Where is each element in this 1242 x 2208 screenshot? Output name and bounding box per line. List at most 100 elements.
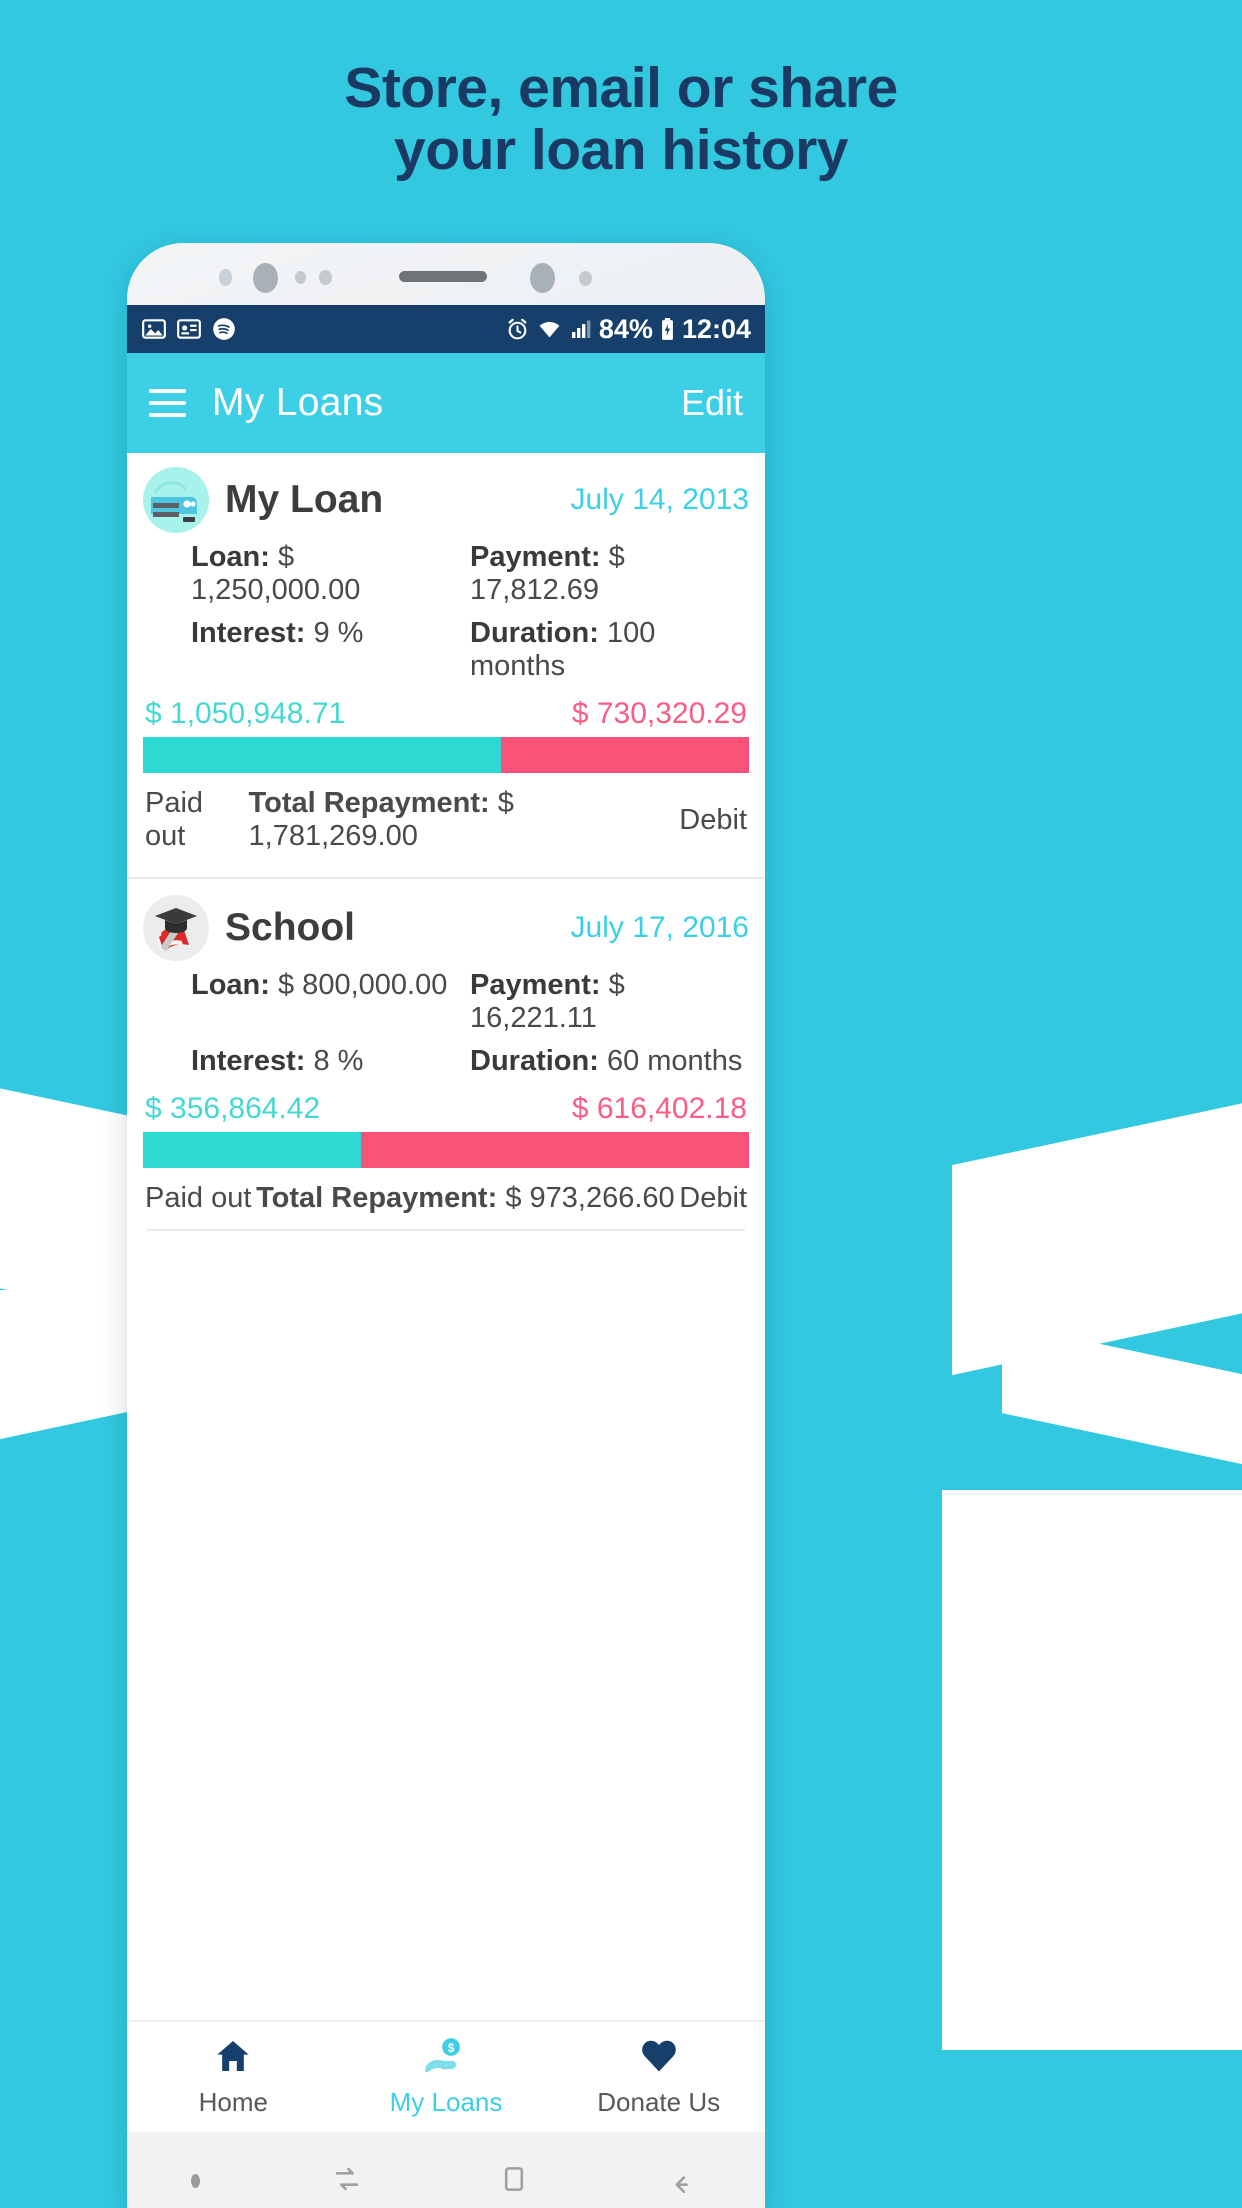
home-square-icon[interactable] — [494, 2162, 534, 2201]
home-icon — [211, 2036, 255, 2081]
loan-amount-fact: Loan: $ 800,000.00 — [191, 969, 470, 1035]
repayment-progress-bar — [143, 1132, 749, 1168]
nav-label-home: Home — [198, 2087, 269, 2117]
nav-item-my-loans[interactable]: $ My Loans — [340, 2036, 553, 2118]
total-repayment: Total Repayment: $ 973,266.60 — [256, 1182, 675, 1215]
status-bar-notifications — [141, 316, 237, 342]
hand-coin-icon: $ — [423, 2036, 469, 2081]
app-bar: My Loans Edit — [127, 353, 765, 453]
svg-text:$: $ — [448, 2042, 455, 2055]
interest-fact: Interest: 8 % — [191, 1045, 470, 1078]
paid-out-label: Paid out — [145, 1182, 252, 1214]
heart-icon — [637, 2036, 681, 2081]
list-item[interactable]: My Loan July 14, 2013 Loan: $ 1,250,000.… — [127, 453, 765, 867]
graduation-cap-icon — [143, 895, 209, 961]
photo-icon — [141, 316, 167, 342]
phone-frame: 84% 12:04 My Loans Edit My Loan July 14,… — [127, 243, 765, 2208]
list-divider — [147, 1229, 745, 1231]
loan-list: My Loan July 14, 2013 Loan: $ 1,250,000.… — [127, 453, 765, 1231]
loan-header: School July 17, 2016 — [143, 895, 749, 961]
loan-facts: Loan: $ 1,250,000.00 Payment: $ 17,812.6… — [143, 541, 749, 683]
total-repayment-label: Total Repayment: — [256, 1182, 498, 1214]
hamburger-menu-icon[interactable] — [149, 389, 186, 417]
loan-amount-label: Loan: — [191, 969, 270, 1001]
interest-label: Interest: — [191, 617, 306, 649]
signal-icon — [569, 317, 593, 341]
nav-label-donate-us: Donate Us — [597, 2087, 721, 2117]
bg-left-fill — [0, 1290, 140, 1410]
total-repayment-label: Total Repayment: — [248, 787, 490, 819]
back-arrow-icon[interactable] — [661, 2162, 701, 2201]
car-icon — [143, 467, 209, 533]
headline-line-1: Store, email or share — [344, 56, 898, 120]
total-repayment: Total Repayment: $ 1,781,269.00 — [249, 787, 680, 853]
recents-icon[interactable] — [327, 2162, 367, 2201]
paid-amount: $ 1,050,948.71 — [145, 697, 346, 730]
bg-chevron-right-upper — [952, 1094, 1242, 1376]
status-bar-system: 84% 12:04 — [505, 314, 751, 345]
sensor-icon — [295, 271, 306, 284]
interest-label: Interest: — [191, 1045, 306, 1077]
total-repayment-value: $ 973,266.60 — [505, 1182, 675, 1214]
page-title: My Loans — [212, 381, 384, 424]
bg-chevron-right-lower — [1002, 1323, 1242, 1477]
spotify-icon — [211, 316, 237, 342]
earpiece-speaker — [399, 271, 487, 282]
duration-value: 60 months — [606, 1045, 743, 1077]
battery-charging-icon — [659, 317, 676, 342]
interest-value: 9 % — [313, 617, 364, 649]
sensor-icon — [319, 270, 332, 285]
android-navigation-bar — [127, 2132, 765, 2208]
debit-label: Debit — [679, 1182, 747, 1214]
iris-scanner-icon — [530, 263, 555, 293]
interest-fact: Interest: 9 % — [191, 617, 470, 683]
loan-footer: Paid out Total Repayment: $ 1,781,269.00… — [143, 773, 749, 867]
headline-line-2: your loan history — [394, 117, 848, 182]
duration-label: Duration: — [470, 617, 599, 649]
loan-facts: Loan: $ 800,000.00 Payment: $ 16,221.11 … — [143, 969, 749, 1078]
debit-amount: $ 730,320.29 — [571, 697, 747, 730]
payment-fact: Payment: $ 16,221.11 — [470, 969, 749, 1035]
repayment-progress-bar — [143, 737, 749, 773]
loan-footer: Paid out Total Repayment: $ 973,266.60 D… — [143, 1168, 749, 1229]
amount-row: $ 1,050,948.71 $ 730,320.29 — [143, 697, 749, 731]
sensor-icon — [579, 271, 592, 286]
loan-name: School — [225, 906, 356, 949]
edit-button[interactable]: Edit — [681, 382, 743, 424]
front-camera-icon — [253, 263, 278, 293]
amount-row: $ 356,864.42 $ 616,402.18 — [143, 1092, 749, 1126]
loan-date: July 14, 2013 — [570, 483, 749, 516]
debit-amount: $ 616,402.18 — [571, 1092, 747, 1125]
loan-amount-value: $ 800,000.00 — [278, 969, 448, 1001]
promo-headline: Store, email or share your loan history — [0, 56, 1242, 182]
promo-screenshot: Store, email or share your loan history — [0, 0, 1242, 2208]
duration-label: Duration: — [470, 1045, 599, 1077]
nav-label-my-loans: My Loans — [389, 2087, 503, 2117]
loan-header: My Loan July 14, 2013 — [143, 467, 749, 533]
payment-label: Payment: — [470, 969, 601, 1001]
nav-item-donate-us[interactable]: Donate Us — [552, 2036, 765, 2118]
sensor-icon — [219, 269, 232, 286]
nav-item-home[interactable]: Home — [127, 2036, 340, 2118]
list-item[interactable]: School July 17, 2016 Loan: $ 800,000.00 … — [127, 877, 765, 1231]
progress-paid-segment — [143, 737, 501, 773]
loan-name: My Loan — [225, 478, 384, 521]
duration-fact: Duration: 100 months — [470, 617, 749, 683]
duration-fact: Duration: 60 months — [470, 1045, 749, 1078]
phone-screen: 84% 12:04 My Loans Edit My Loan July 14,… — [127, 305, 765, 2208]
menu-dot-icon[interactable] — [190, 2174, 200, 2188]
paid-out-label: Paid out — [145, 787, 204, 852]
interest-value: 8 % — [313, 1045, 364, 1077]
phone-bezel-top — [127, 243, 765, 305]
wifi-icon — [536, 317, 563, 342]
payment-fact: Payment: $ 17,812.69 — [470, 541, 749, 607]
status-bar: 84% 12:04 — [127, 305, 765, 353]
contact-card-icon — [176, 316, 202, 342]
loan-amount-label: Loan: — [191, 541, 270, 573]
clock-label: 12:04 — [681, 313, 751, 344]
loan-date: July 17, 2016 — [570, 911, 749, 944]
debit-label: Debit — [679, 803, 747, 836]
battery-percent-label: 84% — [598, 313, 653, 344]
loan-amount-fact: Loan: $ 1,250,000.00 — [191, 541, 470, 607]
paid-amount: $ 356,864.42 — [145, 1092, 321, 1125]
